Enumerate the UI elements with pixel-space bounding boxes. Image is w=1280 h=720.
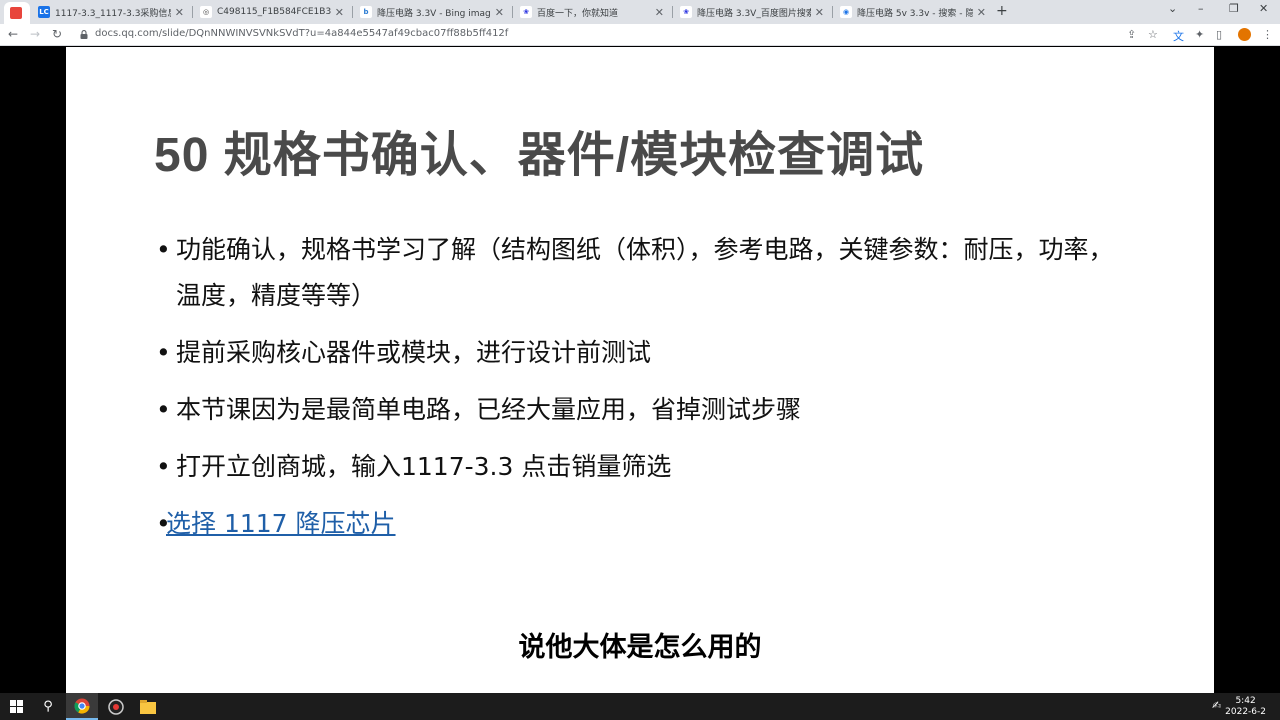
bullet-list: 功能确认，规格书学习了解（结构图纸（体积），参考电路，关键参数：耐压，功率，温度…	[156, 227, 1136, 558]
tab-title: C498115_F1B584FCE1B357C3	[217, 7, 331, 17]
tab-divider	[832, 6, 833, 18]
file-explorer-taskbar-icon[interactable]	[132, 693, 164, 720]
video-subtitle: 说他大体是怎么用的	[518, 632, 762, 663]
slide-title: 50 规格书确认、器件/模块检查调试	[154, 129, 925, 182]
globe-icon: ◎	[200, 6, 212, 18]
new-tab-button[interactable]: +	[996, 3, 1008, 19]
bullet-item-link: 选择 1117 降压芯片	[156, 501, 1136, 547]
folder-icon	[140, 699, 156, 714]
forward-icon[interactable]: →	[30, 27, 40, 41]
close-tab-icon[interactable]: ✕	[815, 6, 824, 19]
tab-search[interactable]: ◉ 降压电路 5v 3.3v - 搜索 - 隐立创 ✕	[834, 2, 992, 22]
tab-current[interactable]	[4, 2, 30, 24]
address-bar[interactable]: docs.qq.com/slide/DQnNNWINVSVNkSVdT?u=4a…	[95, 28, 508, 39]
tab-baidu[interactable]: ❀ 百度一下，你就知道 ✕	[514, 2, 670, 22]
share-icon[interactable]: ⇪	[1127, 28, 1136, 41]
profile-avatar-icon[interactable]	[1238, 28, 1251, 41]
tab-search-dropdown-icon[interactable]: ⌄	[1168, 2, 1177, 15]
chrome-icon	[74, 698, 90, 714]
bullet-item: 功能确认，规格书学习了解（结构图纸（体积），参考电路，关键参数：耐压，功率，温度…	[156, 227, 1136, 319]
recorder-taskbar-icon[interactable]	[100, 693, 132, 720]
lock-icon[interactable]	[80, 30, 88, 39]
tab-title: 1117-3.3_1117-3.3采购信息-立	[55, 8, 171, 19]
tab-divider	[672, 6, 673, 18]
screen-recorder-icon	[108, 698, 124, 715]
extensions-icon[interactable]: ✦	[1195, 28, 1204, 41]
tab-divider	[352, 6, 353, 18]
browser-toolbar: ← → ↻ docs.qq.com/slide/DQnNNWINVSVNkSVd…	[0, 24, 1280, 46]
bullet-item: 打开立创商城，输入1117-3.3 点击销量筛选	[156, 444, 1136, 490]
tab-title: 降压电路 3.3V_百度图片搜索	[697, 8, 811, 19]
back-icon[interactable]: ←	[8, 27, 18, 41]
chrome-taskbar-icon[interactable]	[66, 693, 98, 720]
clock[interactable]: 5:42 2022-6-2	[1225, 696, 1266, 718]
windows-icon	[9, 700, 23, 713]
tab-c498115[interactable]: ◎ C498115_F1B584FCE1B357C3 ✕	[194, 2, 350, 22]
close-tab-icon[interactable]: ✕	[495, 6, 504, 19]
slide: 50 规格书确认、器件/模块检查调试 功能确认，规格书学习了解（结构图纸（体积）…	[66, 47, 1214, 693]
taskbar: ⚲ ✍ 5:42 2022-6-2	[0, 693, 1280, 720]
tab-title: 降压电路 5v 3.3v - 搜索 - 隐立创	[857, 8, 973, 19]
baidu-icon: ❀	[680, 6, 692, 18]
bullet-item: 本节课因为是最简单电路，已经大量应用，省掉测试步骤	[156, 387, 1136, 433]
close-tab-icon[interactable]: ✕	[977, 6, 986, 19]
app-icon	[10, 7, 22, 19]
restore-button[interactable]: ❐	[1229, 2, 1239, 15]
close-window-button[interactable]: ✕	[1259, 2, 1268, 15]
minimize-button[interactable]: –	[1198, 2, 1204, 15]
menu-icon[interactable]: ⋮	[1262, 28, 1273, 41]
tab-title: 百度一下，你就知道	[537, 8, 619, 19]
select-1117-link[interactable]: 选择 1117 降压芯片	[166, 509, 396, 538]
tab-baidu-images[interactable]: ❀ 降压电路 3.3V_百度图片搜索 ✕	[674, 2, 830, 22]
clock-date: 2022-6-2	[1225, 707, 1266, 717]
tab-bing[interactable]: b 降压电路 3.3V - Bing images ✕	[354, 2, 510, 22]
tab-lcsc[interactable]: LC 1117-3.3_1117-3.3采购信息-立 ✕	[32, 2, 190, 22]
lcsc-icon: LC	[38, 6, 50, 18]
start-button[interactable]	[0, 693, 32, 720]
clock-time: 5:42	[1235, 696, 1256, 706]
bullet-item: 提前采购核心器件或模块，进行设计前测试	[156, 330, 1136, 376]
side-panel-icon[interactable]: ▯	[1216, 28, 1222, 41]
translate-icon[interactable]: 文	[1173, 28, 1184, 44]
tab-divider	[512, 6, 513, 18]
search-icon[interactable]: ⚲	[32, 693, 64, 720]
tab-title: 降压电路 3.3V - Bing images	[377, 8, 491, 19]
bing-icon: b	[360, 6, 372, 18]
tab-divider	[192, 6, 193, 18]
close-tab-icon[interactable]: ✕	[655, 6, 664, 19]
close-tab-icon[interactable]: ✕	[175, 6, 184, 19]
slide-stage: 50 规格书确认、器件/模块检查调试 功能确认，规格书学习了解（结构图纸（体积）…	[0, 47, 1280, 693]
bookmark-star-icon[interactable]: ☆	[1148, 28, 1158, 41]
search-engine-icon: ◉	[840, 6, 852, 18]
baidu-icon: ❀	[520, 6, 532, 18]
close-tab-icon[interactable]: ✕	[335, 6, 344, 19]
reload-icon[interactable]: ↻	[52, 27, 62, 41]
tab-strip: LC 1117-3.3_1117-3.3采购信息-立 ✕ ◎ C498115_F…	[0, 0, 1280, 24]
pen-icon[interactable]: ✍	[1212, 699, 1221, 712]
